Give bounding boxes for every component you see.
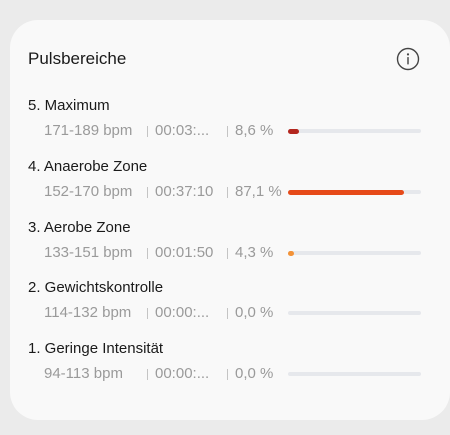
info-circle-icon[interactable] [396, 47, 420, 71]
zone-name: 5. Maximum [28, 97, 110, 114]
zone-name: 2. Gewichtskontrolle [28, 279, 164, 296]
zone-progress-bar [288, 250, 421, 256]
divider [147, 126, 148, 137]
heart-rate-zones-card: Pulsbereiche 5. Maximum 171-189 bpm 00:0… [10, 20, 450, 420]
zone-progress-fill [288, 189, 404, 195]
zone-5-maximum: 5. Maximum 171-189 bpm 00:03:... 8,6 % [28, 96, 440, 146]
zone-percentage: 0,0 % [235, 304, 274, 321]
zone-bpm-range: 152-170 bpm [44, 183, 133, 200]
divider [147, 248, 148, 259]
zone-percentage: 0,0 % [235, 365, 274, 382]
zone-name: 3. Aerobe Zone [28, 219, 131, 236]
zone-1-geringe-intensitaet: 1. Geringe Intensität 94-113 bpm 00:00:.… [28, 339, 440, 389]
zone-progress-bar [288, 311, 421, 315]
zone-duration: 00:00:... [155, 304, 210, 321]
card-header: Pulsbereiche [28, 47, 440, 72]
zone-bpm-range: 94-113 bpm [44, 365, 123, 382]
zone-bpm-range: 133-151 bpm [44, 244, 133, 261]
divider [227, 369, 228, 380]
divider [147, 187, 148, 198]
zone-bpm-range: 171-189 bpm [44, 122, 133, 139]
zone-percentage: 4,3 % [235, 244, 274, 261]
zone-bpm-range: 114-132 bpm [44, 304, 132, 321]
card-title: Pulsbereiche [28, 49, 127, 68]
zone-percentage: 87,1 % [235, 183, 282, 200]
divider [227, 248, 228, 259]
divider [227, 308, 228, 319]
zone-progress-fill [288, 128, 300, 134]
divider [227, 187, 228, 198]
zone-duration: 00:00:... [155, 365, 210, 382]
divider [147, 308, 148, 319]
zone-duration: 00:01:50 [155, 244, 214, 261]
zone-progress-bar [288, 189, 421, 195]
zone-duration: 00:03:... [155, 122, 210, 139]
zone-name: 1. Geringe Intensität [28, 340, 164, 357]
zone-4-anaerobe: 4. Anaerobe Zone 152-170 bpm 00:37:10 87… [28, 157, 440, 207]
zone-percentage: 8,6 % [235, 122, 274, 139]
divider [147, 369, 148, 380]
zone-progress-fill [288, 250, 294, 256]
zone-progress-bar [288, 372, 421, 376]
zone-2-gewichtskontrolle: 2. Gewichtskontrolle 114-132 bpm 00:00:.… [28, 278, 440, 328]
zone-progress-bar [288, 128, 421, 134]
divider [227, 126, 228, 137]
zone-3-aerobe: 3. Aerobe Zone 133-151 bpm 00:01:50 4,3 … [28, 218, 440, 268]
zone-name: 4. Anaerobe Zone [28, 158, 148, 175]
zone-duration: 00:37:10 [155, 183, 214, 200]
